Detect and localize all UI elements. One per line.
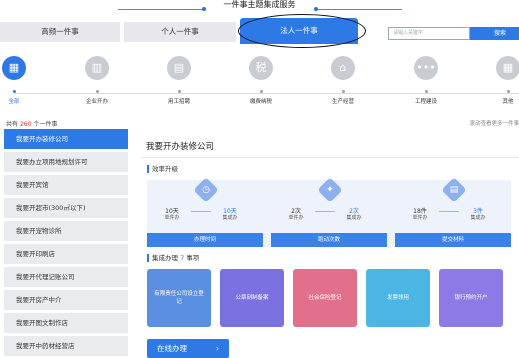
integrated-tiles: 有限责任公司设立登记 公章刻制备案 社会保险登记 发票领用 银行预约开户 (147, 269, 511, 327)
building-icon: ▥ (85, 56, 109, 80)
sidebar-item-decoration-company[interactable]: 我要开办装修公司 (4, 129, 128, 149)
count-suffix: 个一件事 (33, 121, 58, 128)
category-label: 工程建设 (414, 99, 437, 105)
category-enterprise-setup[interactable]: ▥ 企业开办 (67, 48, 127, 105)
grid-icon: ▦ (2, 56, 26, 80)
category-dot (424, 90, 428, 93)
sidebar-item-print-shop[interactable]: 我要开印刷店 (4, 244, 128, 264)
online-apply-button[interactable]: 在线办理 › (147, 339, 229, 358)
card-before-label: 单件办 (288, 215, 304, 221)
tab-high-frequency[interactable]: 高频一件事 (0, 22, 120, 42)
count-number: 260 (19, 121, 32, 128)
efficiency-cards: ◷ 10天 单件办 10天 集成办 办理时间 ✦ 2次 单件办 2次 集成办 跑… (147, 177, 511, 247)
search-input[interactable]: 请输入关键字 (388, 27, 470, 40)
card-materials: ▤ 18件 单件办 3件 集成办 提交材料 (395, 177, 511, 247)
tile-invoice[interactable]: 发票领用 (366, 269, 430, 327)
integrated-prefix: 集成办理 (152, 254, 178, 262)
card-after-label: 集成办 (346, 215, 362, 221)
sidebar: 我要开办装修公司 我要办立项用地规划许可 我要开宾馆 我要开超市(300㎡以下)… (4, 129, 128, 358)
category-dot (506, 90, 510, 93)
online-apply-label: 在线办理 (157, 344, 187, 353)
category-label: 缴费纳税 (249, 99, 272, 105)
item-count: 共有 260 个一件事 (6, 119, 57, 128)
clock-icon: ◷ (193, 177, 219, 203)
arrow-icon (439, 211, 459, 212)
card-before-label: 单件办 (164, 215, 180, 221)
tile-bank-account[interactable]: 银行预约开户 (439, 269, 503, 327)
card-trips: ✦ 2次 单件办 2次 集成办 跑动次数 (271, 177, 387, 247)
category-label: 企业开办 (85, 99, 108, 105)
category-operations[interactable]: ⌂ 生产经营 (313, 48, 373, 105)
category-construction[interactable]: ••• 工程建设 (396, 48, 456, 105)
sidebar-item-graphic-studio[interactable]: 我要开图文制作店 (4, 313, 128, 333)
category-all[interactable]: ▦ 全部 (0, 48, 44, 105)
category-dot (12, 90, 16, 93)
category-dot (341, 90, 345, 93)
sidebar-item-supermarket[interactable]: 我要开超市(300㎡以下) (4, 198, 128, 218)
banner: 一件事主题集成服务 (0, 0, 519, 14)
category-dot (259, 90, 263, 93)
card-footer: 跑动次数 (271, 233, 387, 247)
integrated-count: 7 (180, 254, 185, 262)
sidebar-item-hotel[interactable]: 我要开宾馆 (4, 175, 128, 195)
sidebar-item-project-land-permit[interactable]: 我要办立项用地规划许可 (4, 152, 128, 172)
main-panel: 我要开办装修公司 效率升级 ◷ 10天 单件办 10天 集成办 办理时间 ✦ 2… (136, 129, 519, 358)
category-strip: ▦ 全部 ▥ 企业开办 ▤ 用工招聘 税 缴费纳税 ⌂ 生产经营 ••• 工程建… (0, 48, 519, 110)
card-footer: 办理时间 (147, 233, 263, 247)
grid-icon: ▦ (496, 56, 519, 80)
category-dot (177, 90, 181, 93)
arrow-icon (315, 211, 335, 212)
card-footer: 提交材料 (395, 233, 511, 247)
tile-company-registration[interactable]: 有限责任公司设立登记 (147, 269, 211, 327)
category-recruitment[interactable]: ▤ 用工招聘 (149, 48, 209, 105)
sidebar-item-herbal-shop[interactable]: 我要开中药材经营店 (4, 336, 128, 356)
category-dot (95, 90, 99, 93)
sidebar-item-real-estate-agency[interactable]: 我要开房产中介 (4, 290, 128, 310)
tile-seal-filing[interactable]: 公章刻制备案 (220, 269, 284, 327)
efficiency-heading: 效率升级 (147, 165, 178, 173)
integrated-heading: 集成办理 7 事项 (147, 254, 199, 262)
category-label: 全部 (8, 99, 20, 105)
category-label: 生产经营 (331, 99, 354, 105)
tab-personal[interactable]: 个人一件事 (124, 22, 236, 42)
card-after-label: 集成办 (470, 215, 486, 221)
category-tax[interactable]: 税 缴费纳税 (231, 48, 291, 105)
arrow-icon (191, 211, 211, 212)
briefcase-icon: ▤ (167, 56, 191, 80)
category-other[interactable]: ▦ 其他 (478, 48, 519, 105)
sidebar-item-pet-clinic[interactable]: 我要开宠物诊所 (4, 221, 128, 241)
page: 一件事主题集成服务 高频一件事 个人一件事 法人一件事 请输入关键字 搜索 ▦ … (0, 0, 519, 358)
tab-legal-person[interactable]: 法人一件事 (240, 18, 358, 44)
search-button[interactable]: 搜索 (470, 27, 519, 40)
page-title: 我要开办装修公司 (146, 142, 215, 152)
card-time: ◷ 10天 单件办 10天 集成办 办理时间 (147, 177, 263, 247)
sidebar-item-accounting-agency[interactable]: 我要开代理记账公司 (4, 267, 128, 287)
runner-icon: ✦ (317, 177, 343, 203)
scroll-hint: 滚动查看更多一件事 (469, 121, 519, 127)
count-prefix: 共有 (6, 121, 19, 128)
dots-icon: ••• (414, 56, 438, 80)
integrated-suffix: 事项 (186, 254, 200, 262)
factory-icon: ⌂ (331, 56, 355, 80)
chevron-right-icon: › (216, 344, 219, 353)
category-label: 用工招聘 (167, 99, 190, 105)
tile-social-insurance[interactable]: 社会保险登记 (293, 269, 357, 327)
tax-icon: 税 (249, 56, 273, 80)
banner-title: 一件事主题集成服务 (223, 0, 296, 9)
document-icon: ▤ (441, 177, 467, 203)
category-label: 其他 (502, 99, 514, 105)
title-divider (142, 157, 519, 158)
card-before-label: 单件办 (412, 215, 428, 221)
banner-line-right (318, 9, 402, 10)
card-after-label: 集成办 (222, 215, 238, 221)
